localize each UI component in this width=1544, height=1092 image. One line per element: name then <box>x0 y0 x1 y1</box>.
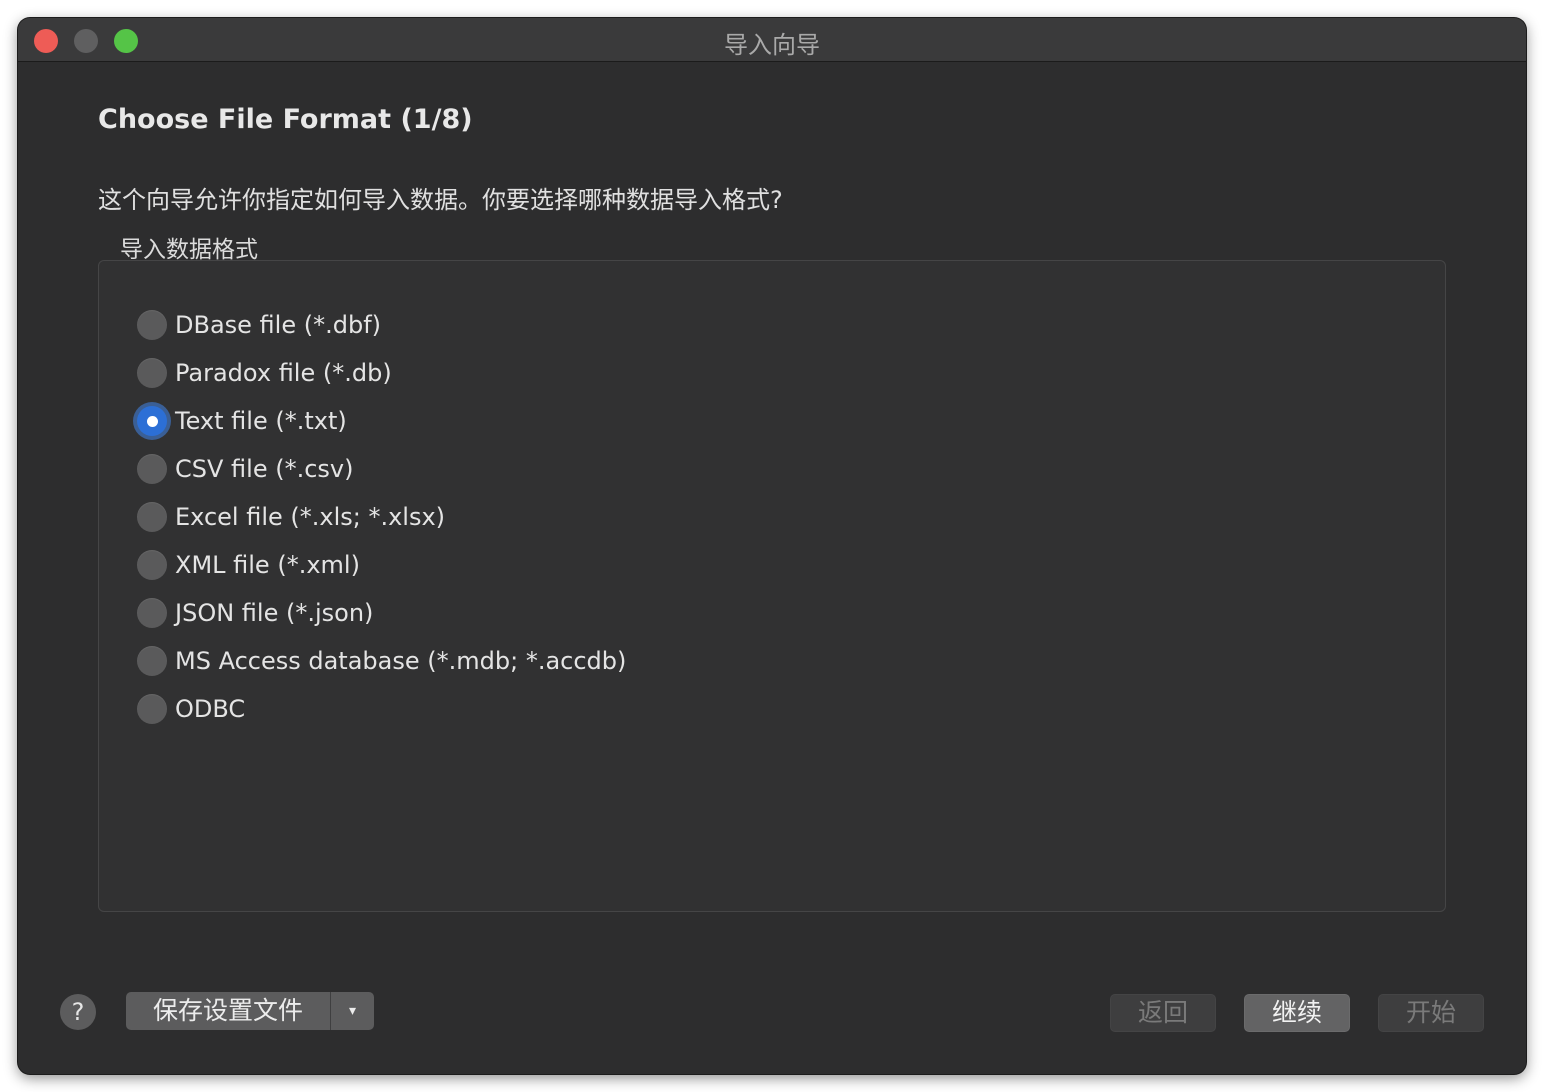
back-button[interactable]: 返回 <box>1110 994 1216 1032</box>
format-option-label: Paradox file (*.db) <box>175 359 392 387</box>
format-option[interactable]: Text file (*.txt) <box>137 397 626 445</box>
start-button[interactable]: 开始 <box>1378 994 1484 1032</box>
format-option[interactable]: XML file (*.xml) <box>137 541 626 589</box>
format-option-label: CSV file (*.csv) <box>175 455 354 483</box>
wizard-description: 这个向导允许你指定如何导入数据。你要选择哪种数据导入格式? <box>98 186 783 214</box>
format-option-label: XML file (*.xml) <box>175 551 360 579</box>
format-option-label: ODBC <box>175 695 246 723</box>
radio-button[interactable] <box>137 502 167 532</box>
save-settings-button[interactable]: 保存设置文件 <box>126 992 331 1030</box>
format-group-label: 导入数据格式 <box>120 237 258 263</box>
chevron-down-icon: ▾ <box>348 1003 357 1019</box>
radio-button[interactable] <box>137 358 167 388</box>
format-option[interactable]: ODBC <box>137 685 626 733</box>
page-title: Choose File Format (1/8) <box>98 104 473 135</box>
format-option-label: MS Access database (*.mdb; *.accdb) <box>175 647 627 675</box>
radio-button[interactable] <box>137 694 167 724</box>
format-group-box: DBase file (*.dbf) Paradox file (*.db) Tex… <box>98 260 1446 912</box>
format-option-label: JSON file (*.json) <box>175 599 374 627</box>
radio-button[interactable] <box>137 646 167 676</box>
format-radio-list: DBase file (*.dbf) Paradox file (*.db) Tex… <box>137 301 626 733</box>
save-settings-split-button: 保存设置文件 ▾ <box>126 992 374 1030</box>
format-option[interactable]: Excel file (*.xls; *.xlsx) <box>137 493 626 541</box>
radio-button[interactable] <box>137 454 167 484</box>
format-option[interactable]: CSV file (*.csv) <box>137 445 626 493</box>
window-title: 导入向导 <box>724 31 820 59</box>
format-option[interactable]: MS Access database (*.mdb; *.accdb) <box>137 637 626 685</box>
radio-dot-icon <box>146 415 158 427</box>
title-bar[interactable]: 导入向导 <box>18 18 1526 62</box>
help-button[interactable]: ? <box>60 994 96 1030</box>
radio-button[interactable] <box>137 310 167 340</box>
radio-button[interactable] <box>137 598 167 628</box>
radio-button[interactable] <box>137 550 167 580</box>
format-option-label: DBase file (*.dbf) <box>175 311 382 339</box>
save-settings-dropdown-button[interactable]: ▾ <box>331 992 374 1030</box>
format-option[interactable]: DBase file (*.dbf) <box>137 301 626 349</box>
continue-button[interactable]: 继续 <box>1244 994 1350 1032</box>
format-option-label: Excel file (*.xls; *.xlsx) <box>175 503 446 531</box>
format-option-label: Text file (*.txt) <box>175 407 347 435</box>
import-wizard-window: 导入向导 Choose File Format (1/8) 这个向导允许你指定如… <box>18 18 1526 1074</box>
format-option[interactable]: JSON file (*.json) <box>137 589 626 637</box>
radio-button[interactable] <box>137 406 167 436</box>
format-option[interactable]: Paradox file (*.db) <box>137 349 626 397</box>
